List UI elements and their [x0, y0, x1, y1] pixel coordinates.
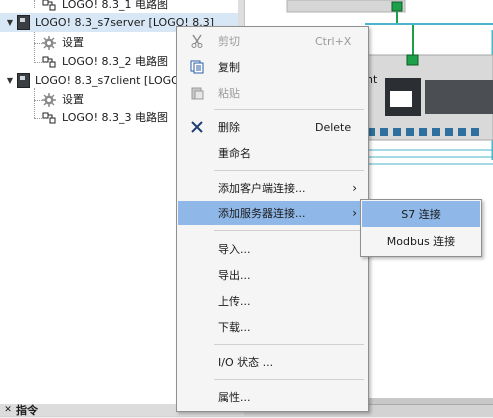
menu-item-copy[interactable]: 复制: [178, 55, 367, 79]
tree-item-label: LOGO! 8.3_1 电路图: [62, 0, 168, 11]
menu-item-export[interactable]: 导出...: [178, 263, 367, 287]
menu-item-download[interactable]: 下载...: [178, 315, 367, 339]
expand-arrow-icon[interactable]: ▼: [5, 13, 15, 32]
menu-separator: [214, 379, 364, 380]
server-connection-submenu: S7 连接 Modbus 连接: [360, 199, 482, 257]
submenu-arrow-icon: ›: [352, 181, 357, 195]
scissors-icon: [189, 33, 205, 49]
menu-item-import[interactable]: 导入...: [178, 237, 367, 261]
circuit-diagram-icon: [42, 0, 56, 10]
menu-item-delete[interactable]: 删除 Delete: [178, 115, 367, 139]
menu-item-io-status[interactable]: I/O 状态 ...: [178, 350, 367, 374]
menu-item-cut[interactable]: 剪切 Ctrl+X: [178, 29, 367, 53]
submenu-arrow-icon: ›: [352, 206, 357, 220]
delete-icon: [189, 119, 205, 135]
menu-separator: [214, 170, 364, 171]
gear-icon: [42, 92, 56, 107]
tree-item-label: 设置: [62, 93, 84, 106]
menu-item-properties[interactable]: 属性...: [178, 385, 367, 409]
paste-icon: [189, 85, 205, 101]
gear-icon: [42, 35, 56, 50]
expand-arrow-icon[interactable]: ▼: [5, 71, 15, 90]
menu-item-rename[interactable]: 重命名: [178, 141, 367, 165]
menu-separator: [214, 230, 364, 231]
submenu-item-modbus-connection[interactable]: Modbus 连接: [362, 228, 480, 254]
menu-item-add-server-connection[interactable]: 添加服务器连接... ›: [178, 201, 367, 225]
copy-icon: [189, 59, 205, 75]
tree-item-label: 设置: [62, 36, 84, 49]
menu-separator: [214, 344, 364, 345]
tree-item-label: LOGO! 8.3_3 电路图: [62, 111, 168, 124]
menu-item-add-client-connection[interactable]: 添加客户端连接... ›: [178, 176, 367, 200]
menu-separator: [214, 109, 364, 110]
tree-item-circuit-1[interactable]: LOGO! 8.3_1 电路图: [0, 0, 238, 14]
logo-device-icon: [17, 15, 30, 30]
circuit-diagram-icon: [42, 112, 56, 123]
menu-item-upload[interactable]: 上传...: [178, 289, 367, 313]
logo-device-icon: [17, 73, 30, 88]
circuit-diagram-icon: [42, 56, 56, 67]
collapse-chevron-icon[interactable]: ✕: [0, 405, 16, 415]
menu-item-paste[interactable]: 粘贴: [178, 81, 367, 105]
tree-item-label: LOGO! 8.3_2 电路图: [62, 55, 168, 68]
context-menu: 剪切 Ctrl+X 复制 粘贴 删除 Delete 重命名 添加客户端连接...…: [176, 26, 369, 412]
submenu-item-s7-connection[interactable]: S7 连接: [362, 201, 480, 227]
